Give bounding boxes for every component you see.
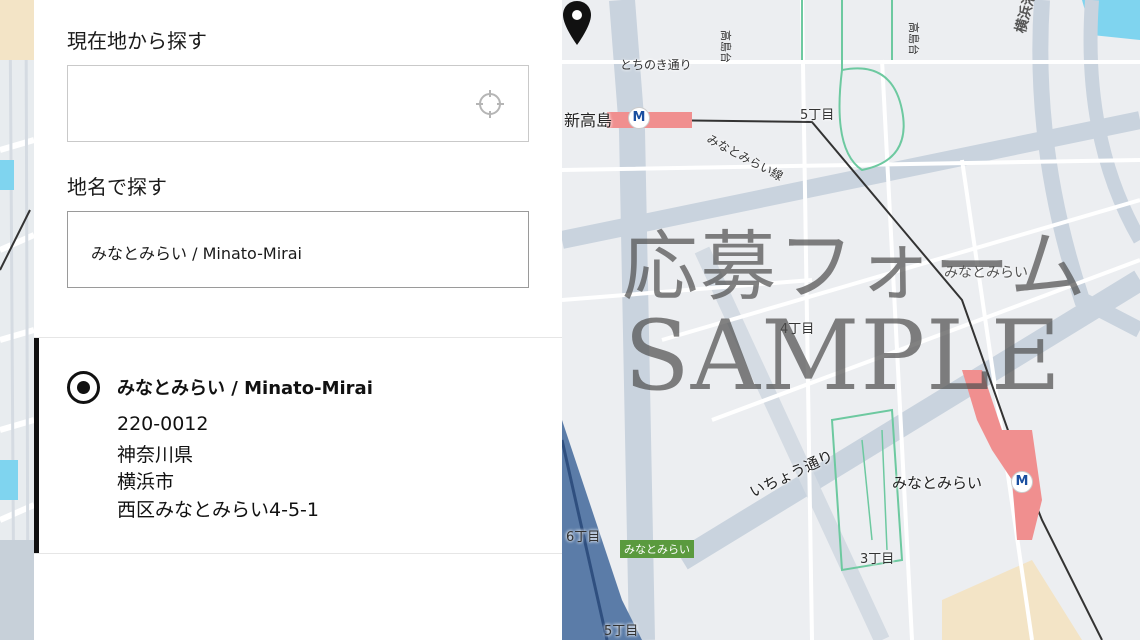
- map-label-3chome: 3丁目: [860, 552, 895, 567]
- place-name-value[interactable]: みなとみらい / Minato-Mirai: [91, 240, 302, 264]
- crosshair-locate-icon[interactable]: [474, 88, 506, 120]
- map-label-6chome: 6丁目: [566, 530, 601, 545]
- watermark-sample: SAMPLE: [624, 300, 1062, 412]
- place-name-label: 地名で探す: [67, 175, 167, 199]
- watermark-jp: 応募フォーム: [622, 222, 1088, 311]
- map-label-tochinoki: とちのき通り: [620, 58, 692, 72]
- map-label-5chome-b: 5丁目: [604, 624, 639, 639]
- metro-station-icon[interactable]: M: [1011, 471, 1033, 493]
- selected-indicator-bar: [34, 338, 39, 553]
- map-pin-icon[interactable]: [562, 0, 592, 46]
- search-panel: 現在地から探す 地名で探す みなとみらい / Minato-Mirai みなとみ…: [34, 0, 562, 640]
- map-label-takashimadai-1: 高島台: [719, 30, 732, 63]
- map-view[interactable]: 新高島 M とちのき通り 5丁目 みなとみらい線 みなとみらい 4丁目 いちょう…: [562, 0, 1140, 640]
- current-location-field[interactable]: [67, 65, 529, 142]
- app-stage: 現在地から探す 地名で探す みなとみらい / Minato-Mirai みなとみ…: [0, 0, 1140, 640]
- place-name-input[interactable]: みなとみらい / Minato-Mirai: [67, 211, 529, 288]
- result-postal-code: 220-0012: [117, 413, 209, 435]
- map-label-minatomirai-station: みなとみらい: [892, 474, 983, 492]
- map-label-5chome: 5丁目: [800, 108, 835, 123]
- result-street: 西区みなとみらい4-5-1: [117, 499, 319, 521]
- result-title: みなとみらい / Minato-Mirai: [117, 378, 373, 399]
- map-left-edge[interactable]: [0, 0, 34, 640]
- divider: [34, 553, 562, 554]
- map-label-shintakashima: 新高島: [564, 111, 613, 130]
- result-city: 横浜市: [117, 471, 175, 493]
- map-label-minatomirai-green: みなとみらい: [620, 540, 694, 558]
- current-location-label: 現在地から探す: [67, 29, 207, 53]
- map-label-takashimadai-2: 高島台: [907, 22, 920, 55]
- radio-selected-icon[interactable]: [67, 371, 100, 404]
- metro-station-icon[interactable]: M: [628, 107, 650, 129]
- result-prefecture: 神奈川県: [117, 444, 194, 466]
- search-result-item[interactable]: みなとみらい / Minato-Mirai 220-0012 神奈川県 横浜市 …: [34, 338, 562, 553]
